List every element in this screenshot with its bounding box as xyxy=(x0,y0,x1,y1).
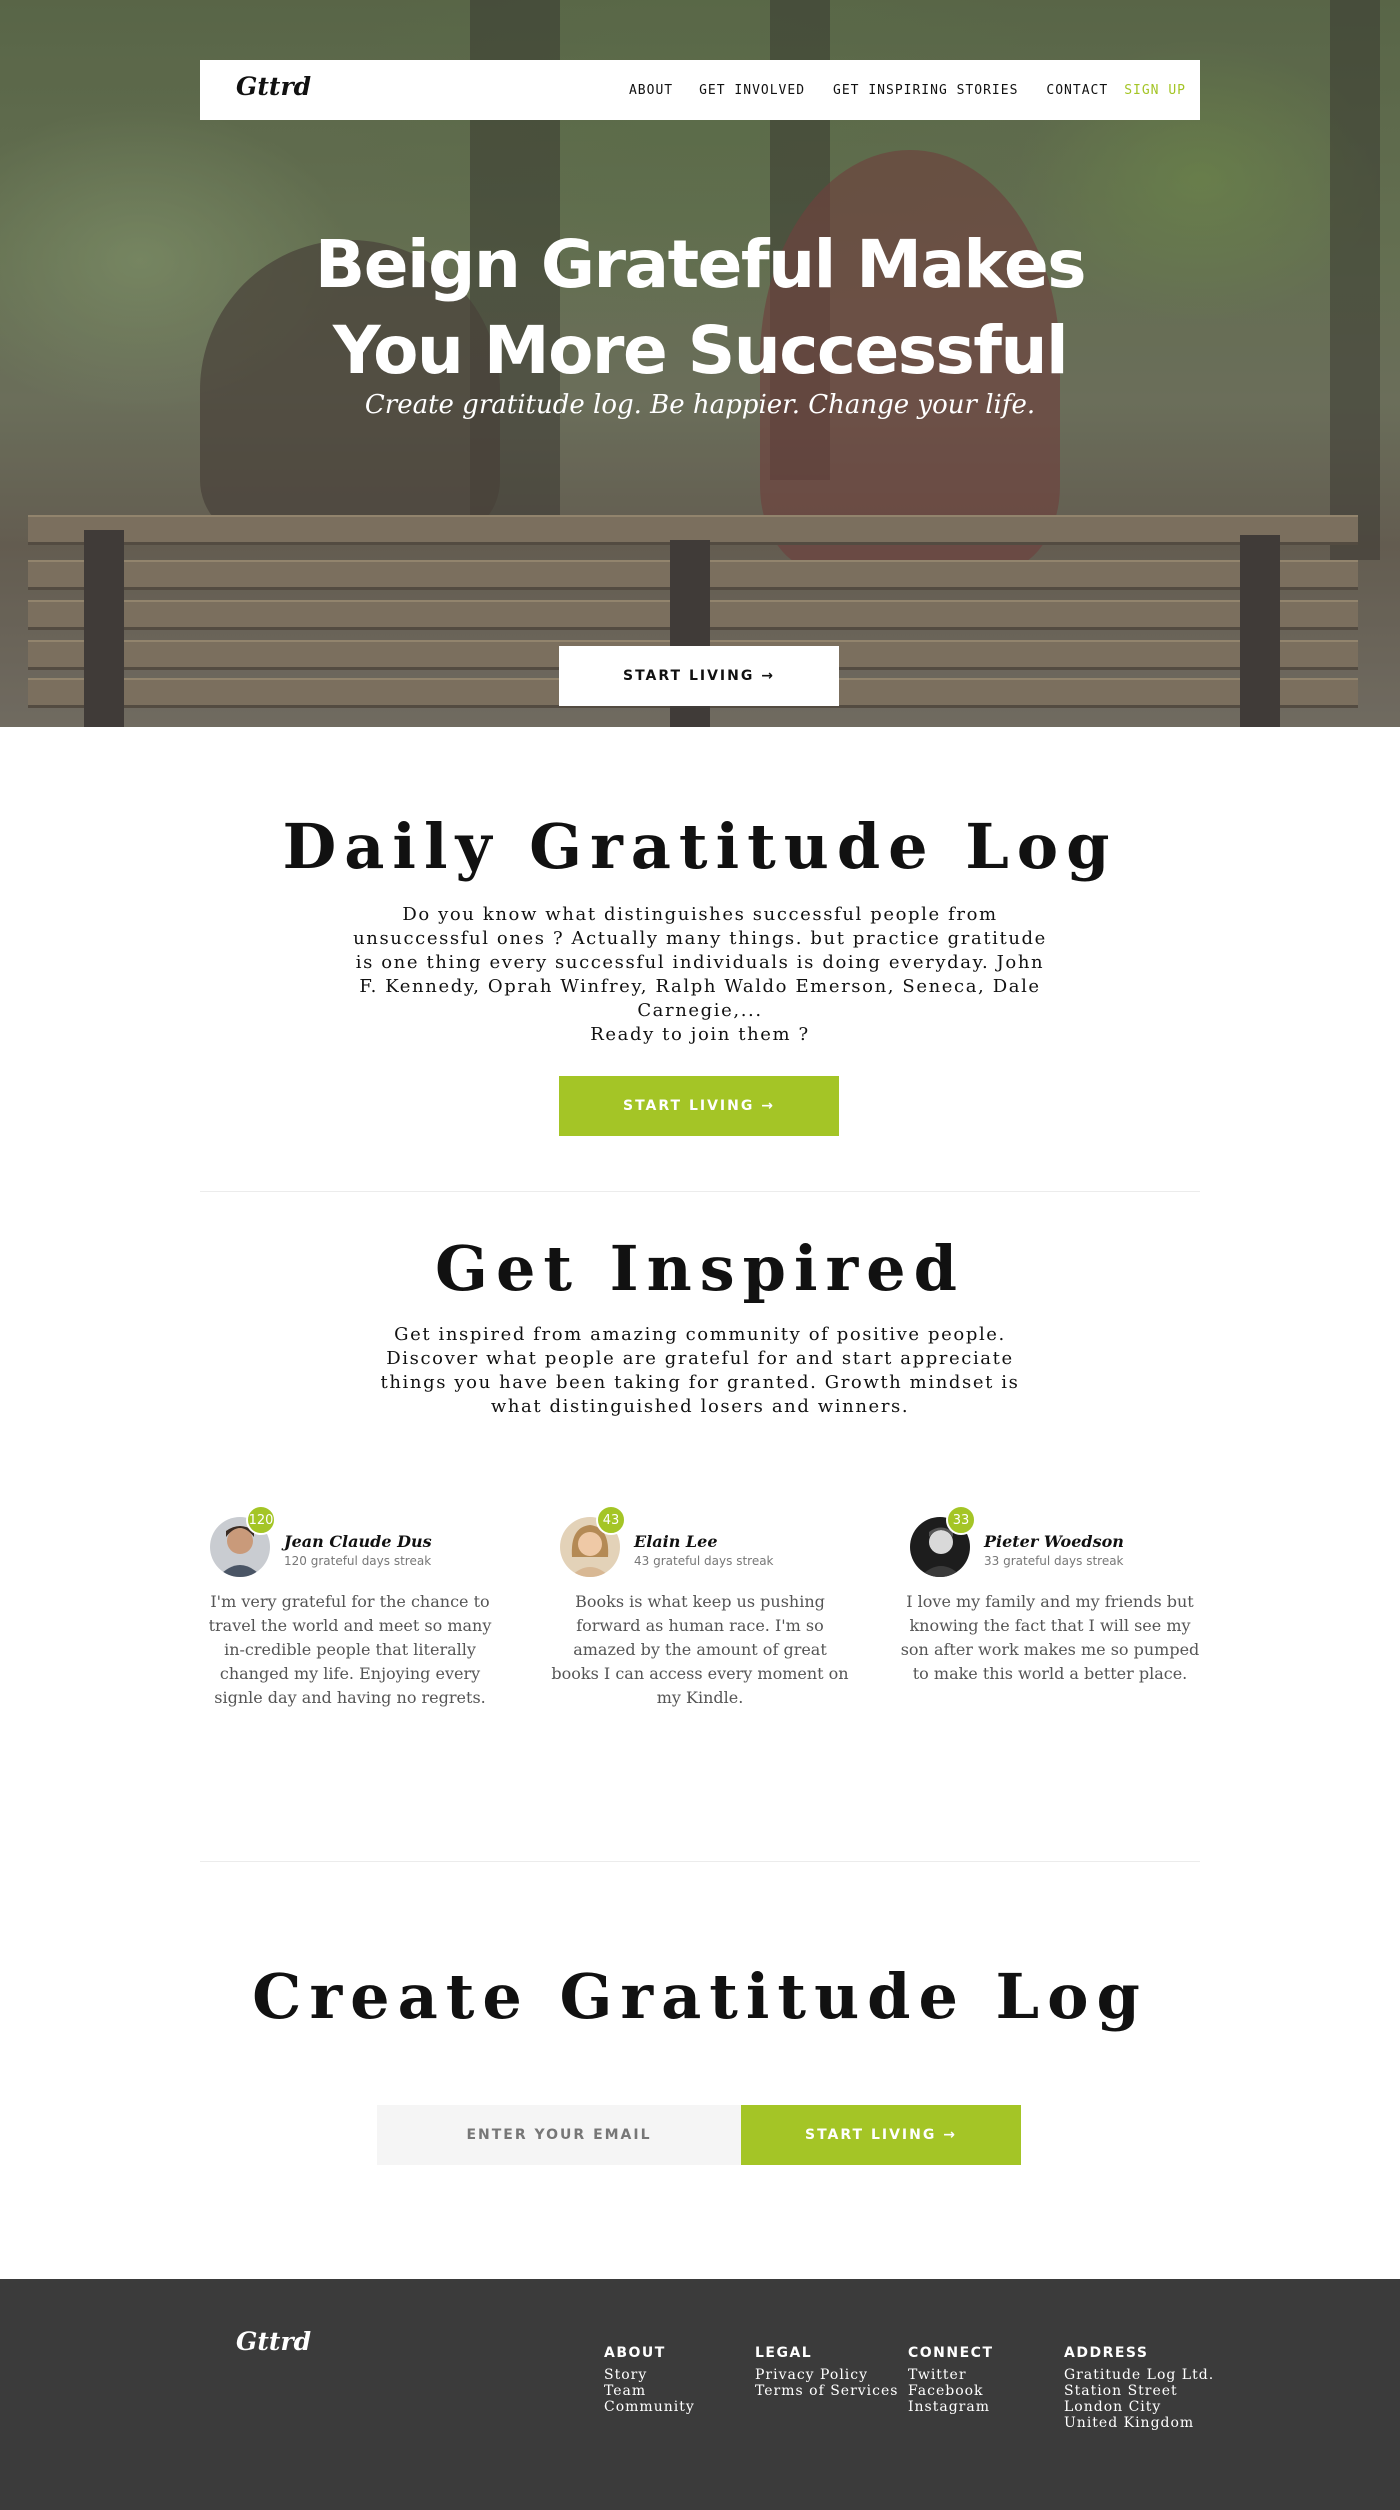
testimonial-name[interactable]: Pieter Woedson xyxy=(984,1532,1124,1551)
footer-link-terms[interactable]: Terms of Services xyxy=(755,2383,898,2399)
testimonial-name[interactable]: Jean Claude Dus xyxy=(284,1532,432,1551)
footer-address-line: London City xyxy=(1064,2399,1162,2415)
footer-about-heading: ABOUT xyxy=(604,2345,666,2361)
footer-address-line: United Kingdom xyxy=(1064,2415,1195,2431)
footer-about-column: ABOUT Story Team Community xyxy=(604,2345,695,2415)
footer-link-facebook[interactable]: Facebook xyxy=(908,2383,994,2399)
hero-title-line-2: You More Successful xyxy=(332,312,1069,389)
streak-badge: 43 xyxy=(596,1505,626,1535)
signup-start-living-button[interactable]: START LIVING → xyxy=(741,2105,1021,2165)
inspired-text: Get inspired from amazing community of p… xyxy=(380,1324,1020,1417)
hero-title-line-1: Beign Grateful Makes xyxy=(314,226,1087,303)
nav-get-involved[interactable]: GET INVOLVED xyxy=(699,83,805,98)
inspired-title: Get Inspired xyxy=(435,1232,965,1305)
section-divider xyxy=(200,1191,1200,1192)
nav-contact[interactable]: CONTACT xyxy=(1046,83,1108,98)
testimonial-streak: 120 grateful days streak xyxy=(284,1554,432,1568)
footer-link-privacy-policy[interactable]: Privacy Policy xyxy=(755,2367,898,2383)
hero-title: Beign Grateful Makes You More Successful xyxy=(200,222,1200,394)
brand-logo[interactable]: Gttrd xyxy=(236,72,311,101)
nav-get-inspiring-stories[interactable]: GET INSPIRING STORIES xyxy=(833,83,1018,98)
daily-log-title: Daily Gratitude Log xyxy=(282,810,1118,883)
daily-log-question: Ready to join them ? xyxy=(590,1024,810,1045)
footer-address-column: ADDRESS Gratitude Log Ltd. Station Stree… xyxy=(1064,2345,1214,2431)
hero-start-living-button[interactable]: START LIVING → xyxy=(559,646,839,706)
testimonial-streak: 43 grateful days streak xyxy=(634,1554,774,1568)
footer-address-line: Station Street xyxy=(1064,2383,1178,2399)
testimonial-name[interactable]: Elain Lee xyxy=(634,1532,718,1551)
nav-about[interactable]: ABOUT xyxy=(629,83,673,98)
nav-sign-up[interactable]: SIGN UP xyxy=(1124,83,1186,98)
footer-link-twitter[interactable]: Twitter xyxy=(908,2367,994,2383)
footer-address-heading: ADDRESS xyxy=(1064,2345,1149,2361)
footer-connect-heading: CONNECT xyxy=(908,2345,994,2361)
hero-subtitle: Create gratitude log. Be happier. Change… xyxy=(364,390,1036,420)
footer-logo[interactable]: Gttrd xyxy=(236,2327,311,2356)
create-log-title: Create Gratitude Log xyxy=(252,1960,1148,2033)
footer-link-team[interactable]: Team xyxy=(604,2383,695,2399)
daily-log-text: Do you know what distinguishes successfu… xyxy=(353,904,1047,1021)
streak-badge: 33 xyxy=(946,1505,976,1535)
footer-connect-column: CONNECT Twitter Facebook Instagram xyxy=(908,2345,994,2415)
footer-legal-column: LEGAL Privacy Policy Terms of Services xyxy=(755,2345,898,2399)
daily-log-start-living-button[interactable]: START LIVING → xyxy=(559,1076,839,1136)
hero-section: Gttrd ABOUT GET INVOLVED GET INSPIRING S… xyxy=(0,0,1400,727)
testimonial-quote: I love my family and my friends but know… xyxy=(900,1592,1200,1683)
footer: Gttrd ABOUT Story Team Community LEGAL P… xyxy=(0,2279,1400,2510)
nav-links: ABOUT GET INVOLVED GET INSPIRING STORIES… xyxy=(603,60,1186,120)
testimonial-quote: I'm very grateful for the chance to trav… xyxy=(208,1592,492,1707)
footer-address-line: Gratitude Log Ltd. xyxy=(1064,2367,1215,2383)
footer-link-story[interactable]: Story xyxy=(604,2367,695,2383)
footer-legal-heading: LEGAL xyxy=(755,2345,813,2361)
top-navbar: Gttrd ABOUT GET INVOLVED GET INSPIRING S… xyxy=(200,60,1200,120)
testimonial-streak: 33 grateful days streak xyxy=(984,1554,1124,1568)
footer-link-community[interactable]: Community xyxy=(604,2399,695,2415)
testimonial-quote: Books is what keep us pushing forward as… xyxy=(551,1592,849,1707)
footer-link-instagram[interactable]: Instagram xyxy=(908,2399,994,2415)
section-divider xyxy=(200,1861,1200,1862)
email-input[interactable]: ENTER YOUR EMAIL xyxy=(377,2105,741,2165)
streak-badge: 120 xyxy=(246,1505,276,1535)
